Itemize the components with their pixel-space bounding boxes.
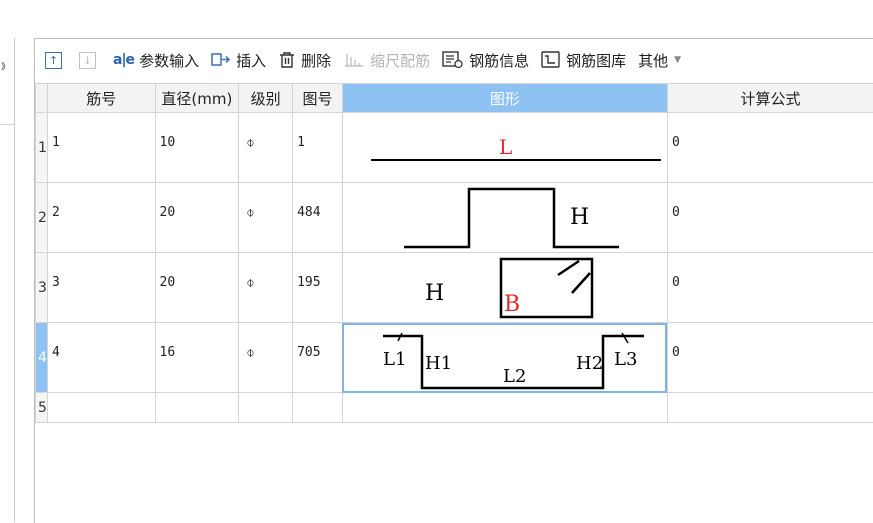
table-header-row: 筋号 直径(mm) 级别 图号 图形 计算公式 — [36, 84, 873, 113]
grade-cell[interactable]: ⌽ — [239, 323, 293, 393]
other-menu-button[interactable]: 其他 ▼ — [632, 46, 687, 74]
shape-no-cell[interactable]: 705 — [293, 323, 343, 393]
formula-cell[interactable]: 0 — [667, 183, 873, 253]
table-row[interactable]: 4 4 16 ⌽ 705 L1 H1 L2 H2 L3 0 — [36, 323, 873, 393]
grade-cell[interactable] — [239, 393, 293, 423]
shape-label: L1 — [383, 349, 406, 370]
divider — [0, 124, 14, 125]
header-bar-no[interactable]: 筋号 — [47, 84, 155, 113]
insert-icon — [211, 52, 231, 68]
shape-label: L2 — [503, 366, 526, 387]
row-number[interactable]: 2 — [36, 183, 48, 253]
rebar-table: 筋号 直径(mm) 级别 图号 图形 计算公式 1 1 10 ⌽ 1 L 0 2 — [35, 83, 873, 423]
bar-no-cell[interactable]: 1 — [47, 113, 155, 183]
corner-header — [36, 84, 48, 113]
bar-no-cell[interactable]: 4 — [47, 323, 155, 393]
header-grade[interactable]: 级别 — [239, 84, 293, 113]
table-row[interactable]: 2 2 20 ⌽ 484 H 0 — [36, 183, 873, 253]
table-row[interactable]: 3 3 20 ⌽ 195 H B 0 — [36, 253, 873, 323]
row-number[interactable]: 3 — [36, 253, 48, 323]
shape-no-cell[interactable]: 484 — [293, 183, 343, 253]
shape-drawing: H — [343, 183, 667, 252]
left-panel-strip[interactable]: ⟫ — [0, 38, 15, 522]
shape-cell[interactable]: L — [342, 113, 667, 183]
diameter-cell[interactable] — [155, 393, 239, 423]
table-row[interactable]: 5 — [36, 393, 873, 423]
shape-no-cell[interactable] — [293, 393, 343, 423]
header-diameter[interactable]: 直径(mm) — [155, 84, 239, 113]
shape-cell[interactable]: L1 H1 L2 H2 L3 — [342, 323, 667, 393]
diameter-cell[interactable]: 16 — [155, 323, 239, 393]
shape-drawing: L — [343, 113, 667, 182]
formula-cell[interactable]: 0 — [667, 323, 873, 393]
move-up-button[interactable]: ↑ — [35, 46, 73, 74]
delete-button[interactable]: 删除 — [272, 46, 337, 74]
stirrup-hook — [558, 261, 590, 293]
row-number[interactable]: 4 — [36, 323, 48, 393]
shape-label: H — [425, 281, 444, 306]
header-shape[interactable]: 图形 — [342, 84, 667, 113]
trash-icon — [278, 51, 296, 69]
shape-label: B — [504, 292, 520, 317]
grade-cell[interactable]: ⌽ — [239, 253, 293, 323]
shape-no-cell[interactable]: 1 — [293, 113, 343, 183]
header-formula[interactable]: 计算公式 — [667, 84, 873, 113]
formula-cell[interactable]: 0 — [667, 113, 873, 183]
rebar-editor-panel: ↑ ↓ a|e 参数输入 插入 删除 缩尺配筋 — [34, 38, 873, 523]
chevron-down-icon: ▼ — [674, 55, 681, 65]
toolbar: ↑ ↓ a|e 参数输入 插入 删除 缩尺配筋 — [35, 39, 873, 81]
rebar-info-button[interactable]: 钢筋信息 — [436, 46, 535, 74]
arrow-up-icon: ↑ — [45, 52, 62, 69]
library-icon — [541, 51, 561, 69]
bar-no-cell[interactable]: 3 — [47, 253, 155, 323]
row-number[interactable]: 1 — [36, 113, 48, 183]
bar-no-cell[interactable] — [47, 393, 155, 423]
shape-cell[interactable] — [342, 393, 667, 423]
diameter-cell[interactable]: 20 — [155, 253, 239, 323]
arrow-down-icon: ↓ — [79, 52, 96, 69]
formula-cell[interactable] — [667, 393, 873, 423]
header-shape-no[interactable]: 图号 — [293, 84, 343, 113]
shape-label: L3 — [614, 349, 637, 370]
diameter-cell[interactable]: 20 — [155, 183, 239, 253]
shape-label: H2 — [576, 353, 603, 374]
row-number[interactable]: 5 — [36, 393, 48, 423]
param-input-icon: a|e — [113, 52, 134, 68]
formula-cell[interactable]: 0 — [667, 253, 873, 323]
scale-rebar-button[interactable]: 缩尺配筋 — [337, 46, 436, 74]
param-input-button[interactable]: a|e 参数输入 — [107, 46, 205, 74]
info-list-icon — [442, 51, 464, 69]
insert-button[interactable]: 插入 — [205, 46, 272, 74]
expand-arrow-icon[interactable]: ⟫ — [1, 63, 6, 72]
shape-label: H — [570, 205, 589, 230]
shape-drawing: L1 H1 L2 H2 L3 — [343, 323, 667, 392]
diameter-cell[interactable]: 10 — [155, 113, 239, 183]
move-down-button[interactable]: ↓ — [73, 46, 107, 74]
shape-drawing: H B — [343, 253, 667, 322]
shape-label: L — [499, 135, 512, 159]
shape-no-cell[interactable]: 195 — [293, 253, 343, 323]
shape-cell[interactable]: H — [342, 183, 667, 253]
shape-cell[interactable]: H B — [342, 253, 667, 323]
shape-label: H1 — [425, 353, 452, 374]
bar-no-cell[interactable]: 2 — [47, 183, 155, 253]
hook-tick — [398, 333, 628, 343]
grade-cell[interactable]: ⌽ — [239, 113, 293, 183]
table-row[interactable]: 1 1 10 ⌽ 1 L 0 — [36, 113, 873, 183]
rebar-library-button[interactable]: 钢筋图库 — [535, 46, 632, 74]
scale-icon — [343, 52, 365, 68]
grade-cell[interactable]: ⌽ — [239, 183, 293, 253]
